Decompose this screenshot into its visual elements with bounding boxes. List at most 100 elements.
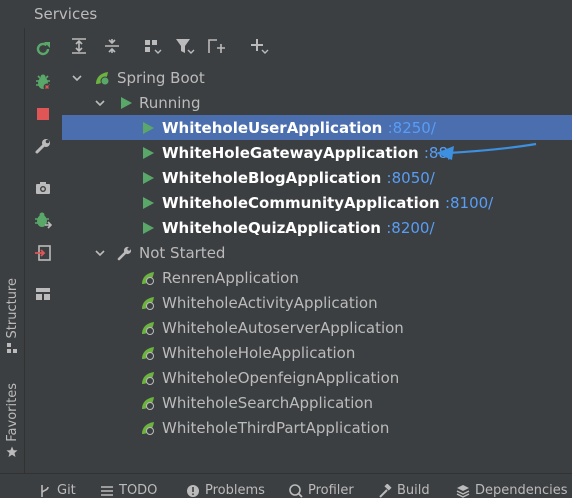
service-name: WhiteholeActivityApplication xyxy=(162,293,378,312)
layers-icon xyxy=(456,484,470,498)
tree-node-label: Spring Boot xyxy=(117,68,205,87)
run-icon xyxy=(143,146,154,159)
filter-button[interactable] xyxy=(174,35,196,57)
star-icon xyxy=(6,446,18,457)
camera-icon xyxy=(36,182,50,194)
dependencies-tab-label: Dependencies xyxy=(475,483,568,498)
service-row[interactable]: WhiteholeBlogApplication :8050/ xyxy=(62,165,572,190)
todo-tab-label: TODO xyxy=(119,483,158,498)
panel-title: Services xyxy=(34,5,98,23)
service-name: WhiteHoleGatewayApplication :88/ xyxy=(162,144,453,162)
profiler-icon xyxy=(289,483,303,498)
service-name: WhiteholeUserApplication :8250/ xyxy=(162,118,436,137)
todo-tab[interactable]: TODO xyxy=(100,483,157,498)
debug-attach-icon xyxy=(35,212,52,229)
dependencies-tab[interactable]: Dependencies xyxy=(456,483,568,498)
problems-tab-label: Problems xyxy=(205,483,265,498)
new-tab-icon xyxy=(208,39,225,53)
spring-boot-icon xyxy=(142,321,154,335)
structure-tab[interactable]: Structure xyxy=(2,278,22,354)
service-row[interactable]: WhiteholeAutoserverApplication xyxy=(62,315,572,340)
tree-node-label: Not Started xyxy=(139,243,226,262)
tree-node-spring-boot[interactable]: Spring Boot xyxy=(62,65,572,90)
open-in-new-tab-button[interactable] xyxy=(206,35,228,57)
service-row[interactable]: WhiteholeUserApplication :8250/ xyxy=(62,115,572,140)
add-icon xyxy=(251,39,269,54)
left-tool-strip: Structure Favorites xyxy=(0,28,25,473)
service-name: WhiteholeCommunityApplication :8100/ xyxy=(162,193,494,212)
annotation-arrow-icon xyxy=(436,142,537,160)
expand-all-button[interactable] xyxy=(68,35,90,57)
rerun-icon xyxy=(36,42,50,56)
problems-tab[interactable]: Problems xyxy=(186,483,265,498)
service-name: WhiteholeBlogApplication :8050/ xyxy=(162,168,435,187)
group-by-button[interactable] xyxy=(142,35,164,57)
attach-debugger-button[interactable] xyxy=(31,208,55,232)
info-icon xyxy=(187,484,199,497)
git-tab-label: Git xyxy=(57,483,76,498)
service-row[interactable]: WhiteholeThirdPartApplication xyxy=(62,415,572,440)
spring-boot-icon xyxy=(142,396,154,410)
git-tab[interactable]: Git xyxy=(38,483,76,498)
stop-button[interactable] xyxy=(31,102,55,126)
service-name: WhiteholeQuizApplication :8200/ xyxy=(162,218,435,237)
add-service-button[interactable] xyxy=(248,35,270,57)
git-branch-icon xyxy=(41,484,49,497)
expand-all-icon xyxy=(72,38,86,54)
service-port-link[interactable]: :8050/ xyxy=(387,169,435,187)
services-toolbar xyxy=(62,28,572,62)
service-port-link[interactable]: :8100/ xyxy=(445,194,493,212)
spring-boot-icon xyxy=(142,271,154,285)
service-port-link[interactable]: :8250/ xyxy=(388,119,436,137)
service-name: WhiteholeHoleApplication xyxy=(162,343,356,362)
debug-button[interactable] xyxy=(31,70,55,94)
structure-icon xyxy=(7,343,17,354)
spring-boot-icon xyxy=(142,346,154,360)
service-row[interactable]: RenrenApplication xyxy=(62,265,572,290)
dump-threads-button[interactable] xyxy=(31,176,55,200)
chevron-down-icon[interactable] xyxy=(94,97,106,109)
spring-boot-icon xyxy=(142,296,154,310)
wrench-icon xyxy=(117,246,132,260)
group-by-icon xyxy=(145,40,162,54)
service-name: WhiteholeThirdPartApplication xyxy=(162,418,390,437)
exit-icon xyxy=(35,245,51,261)
chevron-down-icon[interactable] xyxy=(71,72,83,84)
service-row[interactable]: WhiteholeActivityApplication xyxy=(62,290,572,315)
profiler-tab-label: Profiler xyxy=(308,483,354,498)
favorites-tab[interactable]: Favorites xyxy=(2,383,22,458)
layout-button[interactable] xyxy=(31,282,55,306)
tree-node-label: Running xyxy=(139,93,201,112)
exit-button[interactable] xyxy=(31,241,55,265)
configure-button[interactable] xyxy=(31,134,55,158)
service-row[interactable]: WhiteholeHoleApplication xyxy=(62,340,572,365)
run-icon xyxy=(143,121,154,134)
layout-icon xyxy=(36,288,50,300)
collapse-all-icon xyxy=(105,39,119,53)
service-name: WhiteholeOpenfeignApplication xyxy=(162,368,400,387)
spring-boot-icon xyxy=(142,371,154,385)
service-port-link[interactable]: :8200/ xyxy=(386,219,434,237)
profiler-tab[interactable]: Profiler xyxy=(289,483,354,498)
run-icon xyxy=(143,171,154,184)
bottom-tool-bar: Git TODO Problems Profiler Build Depende… xyxy=(0,473,572,498)
tree-node-running[interactable]: Running xyxy=(62,90,572,115)
filter-icon xyxy=(176,39,195,54)
tree-node-not-started[interactable]: Not Started xyxy=(62,240,572,265)
service-row[interactable]: WhiteholeQuizApplication :8200/ xyxy=(62,215,572,240)
service-row[interactable]: WhiteholeOpenfeignApplication xyxy=(62,365,572,390)
chevron-down-icon[interactable] xyxy=(94,247,106,259)
build-tab[interactable]: Build xyxy=(378,483,430,498)
spring-boot-icon xyxy=(142,421,154,435)
service-row[interactable]: WhiteholeSearchApplication xyxy=(62,390,572,415)
debug-icon xyxy=(36,74,51,91)
wrench-icon xyxy=(35,139,50,154)
build-tab-label: Build xyxy=(397,483,430,498)
run-icon xyxy=(143,221,154,234)
service-row[interactable]: WhiteholeCommunityApplication :8100/ xyxy=(62,190,572,215)
collapse-all-button[interactable] xyxy=(101,35,123,57)
rerun-button[interactable] xyxy=(31,37,55,61)
favorites-tab-label: Favorites xyxy=(4,383,20,442)
hammer-icon xyxy=(379,483,392,498)
service-name: WhiteholeAutoserverApplication xyxy=(162,318,404,337)
